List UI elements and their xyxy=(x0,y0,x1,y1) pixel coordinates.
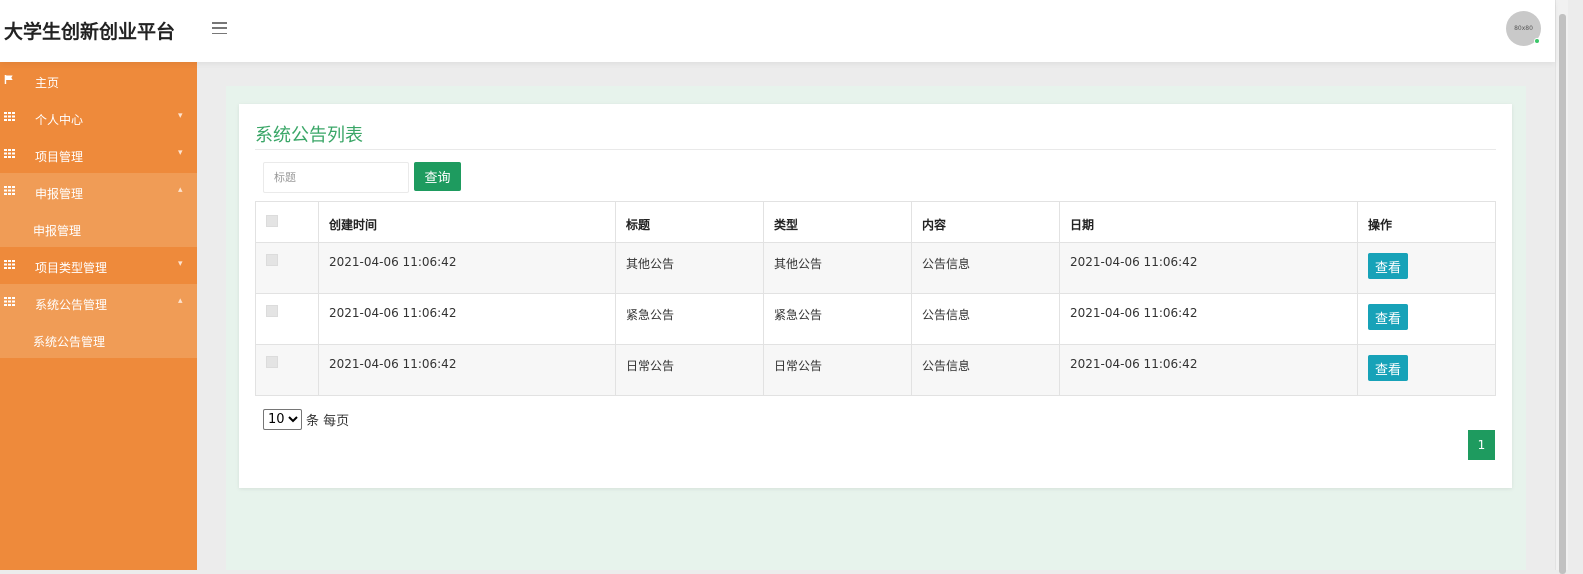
page-title: 系统公告列表 xyxy=(255,125,363,146)
row-select-cell xyxy=(255,242,319,294)
created-time-cell: 2021-04-06 11:06:42 xyxy=(318,242,616,294)
grid-icon xyxy=(4,297,15,306)
column-header: 内容 xyxy=(911,201,1060,243)
row-checkbox[interactable] xyxy=(266,254,278,266)
sidebar-item-label: 项目类型管理 xyxy=(35,261,108,275)
view-button[interactable]: 查看 xyxy=(1368,304,1408,330)
title-cell: 其他公告 xyxy=(615,242,764,294)
column-header: 日期 xyxy=(1059,201,1358,243)
type-cell: 日常公告 xyxy=(763,344,912,396)
announcement-table: 创建时间 标题 类型 内容 日期 操作 2021-04-06 11:06:42 … xyxy=(255,201,1496,396)
menu-toggle-icon[interactable] xyxy=(212,22,227,34)
sidebar-item-label: 申报管理 xyxy=(35,187,84,201)
sidebar-item-home[interactable]: 主页 xyxy=(0,62,197,99)
top-bar: 大学生创新创业平台 80x80 xyxy=(0,0,1555,62)
sidebar-item-announcement-management[interactable]: 系统公告管理 ▴ xyxy=(0,284,197,321)
divider xyxy=(255,149,1496,150)
sidebar-item-project-management[interactable]: 项目管理 ▾ xyxy=(0,136,197,173)
content-cell: 公告信息 xyxy=(911,344,1060,396)
type-cell: 紧急公告 xyxy=(763,293,912,345)
table-row: 2021-04-06 11:06:42 紧急公告 紧急公告 公告信息 2021-… xyxy=(255,293,1496,345)
select-all-checkbox[interactable] xyxy=(266,215,278,227)
announcement-list-card: 系统公告列表 查询 创建时间 标题 类型 内容 日期 操作 2021-04-06… xyxy=(239,104,1512,488)
content-cell: 公告信息 xyxy=(911,293,1060,345)
date-cell: 2021-04-06 11:06:42 xyxy=(1059,344,1358,396)
sidebar-item-application-management[interactable]: 申报管理 ▴ xyxy=(0,173,197,210)
column-header: 操作 xyxy=(1357,201,1496,243)
sidebar-subitem-label: 系统公告管理 xyxy=(33,335,106,349)
sidebar-subitem-application-management[interactable]: 申报管理 xyxy=(0,210,197,247)
sidebar: 主页 个人中心 ▾ 项目管理 ▾ 申报管理 ▴ 申报管理 项目类型管理 ▾ 系统… xyxy=(0,62,197,570)
grid-icon xyxy=(4,260,15,269)
page-size-select[interactable]: 10 xyxy=(263,409,302,430)
type-cell: 其他公告 xyxy=(763,242,912,294)
scrollbar-thumb[interactable] xyxy=(1559,14,1566,574)
table-row: 2021-04-06 11:06:42 其他公告 其他公告 公告信息 2021-… xyxy=(255,242,1496,294)
sidebar-item-personal-center[interactable]: 个人中心 ▾ xyxy=(0,99,197,136)
title-search-input[interactable] xyxy=(263,162,409,193)
grid-icon xyxy=(4,149,15,158)
vertical-scrollbar[interactable] xyxy=(1555,0,1568,574)
column-header: 类型 xyxy=(763,201,912,243)
column-header: 标题 xyxy=(615,201,764,243)
flag-icon xyxy=(4,75,13,84)
page-size-control: 10 条 每页 xyxy=(263,409,349,430)
title-cell: 紧急公告 xyxy=(615,293,764,345)
chevron-down-icon: ▾ xyxy=(178,111,183,121)
row-select-cell xyxy=(255,293,319,345)
title-cell: 日常公告 xyxy=(615,344,764,396)
action-cell: 查看 xyxy=(1357,242,1496,294)
pagination-page-button[interactable]: 1 xyxy=(1468,430,1495,460)
avatar[interactable]: 80x80 xyxy=(1506,11,1541,46)
content-cell: 公告信息 xyxy=(911,242,1060,294)
online-status-dot xyxy=(1534,38,1540,44)
search-button[interactable]: 查询 xyxy=(414,162,461,191)
date-cell: 2021-04-06 11:06:42 xyxy=(1059,293,1358,345)
row-checkbox[interactable] xyxy=(266,305,278,317)
view-button[interactable]: 查看 xyxy=(1368,355,1408,381)
table-row: 2021-04-06 11:06:42 日常公告 日常公告 公告信息 2021-… xyxy=(255,344,1496,396)
action-cell: 查看 xyxy=(1357,344,1496,396)
sidebar-subitem-announcement-management[interactable]: 系统公告管理 xyxy=(0,321,197,358)
created-time-cell: 2021-04-06 11:06:42 xyxy=(318,293,616,345)
view-button[interactable]: 查看 xyxy=(1368,253,1408,279)
chevron-up-icon: ▴ xyxy=(178,185,183,195)
sidebar-subitem-label: 申报管理 xyxy=(33,224,82,238)
row-select-cell xyxy=(255,344,319,396)
chevron-down-icon: ▾ xyxy=(178,259,183,269)
sidebar-item-label: 主页 xyxy=(35,76,60,90)
action-cell: 查看 xyxy=(1357,293,1496,345)
app-title: 大学生创新创业平台 xyxy=(4,21,176,43)
chevron-up-icon: ▴ xyxy=(178,296,183,306)
sidebar-item-label: 个人中心 xyxy=(35,113,84,127)
row-checkbox[interactable] xyxy=(266,356,278,368)
column-header: 创建时间 xyxy=(318,201,616,243)
grid-icon xyxy=(4,186,15,195)
table-header-row: 创建时间 标题 类型 内容 日期 操作 xyxy=(255,201,1496,243)
sidebar-item-label: 系统公告管理 xyxy=(35,298,108,312)
page-size-suffix: 条 每页 xyxy=(306,414,350,429)
sidebar-item-project-type-management[interactable]: 项目类型管理 ▾ xyxy=(0,247,197,284)
avatar-placeholder-text: 80x80 xyxy=(1514,25,1533,32)
sidebar-item-label: 项目管理 xyxy=(35,150,84,164)
created-time-cell: 2021-04-06 11:06:42 xyxy=(318,344,616,396)
grid-icon xyxy=(4,112,15,121)
select-all-cell xyxy=(255,201,319,243)
chevron-down-icon: ▾ xyxy=(178,148,183,158)
date-cell: 2021-04-06 11:06:42 xyxy=(1059,242,1358,294)
